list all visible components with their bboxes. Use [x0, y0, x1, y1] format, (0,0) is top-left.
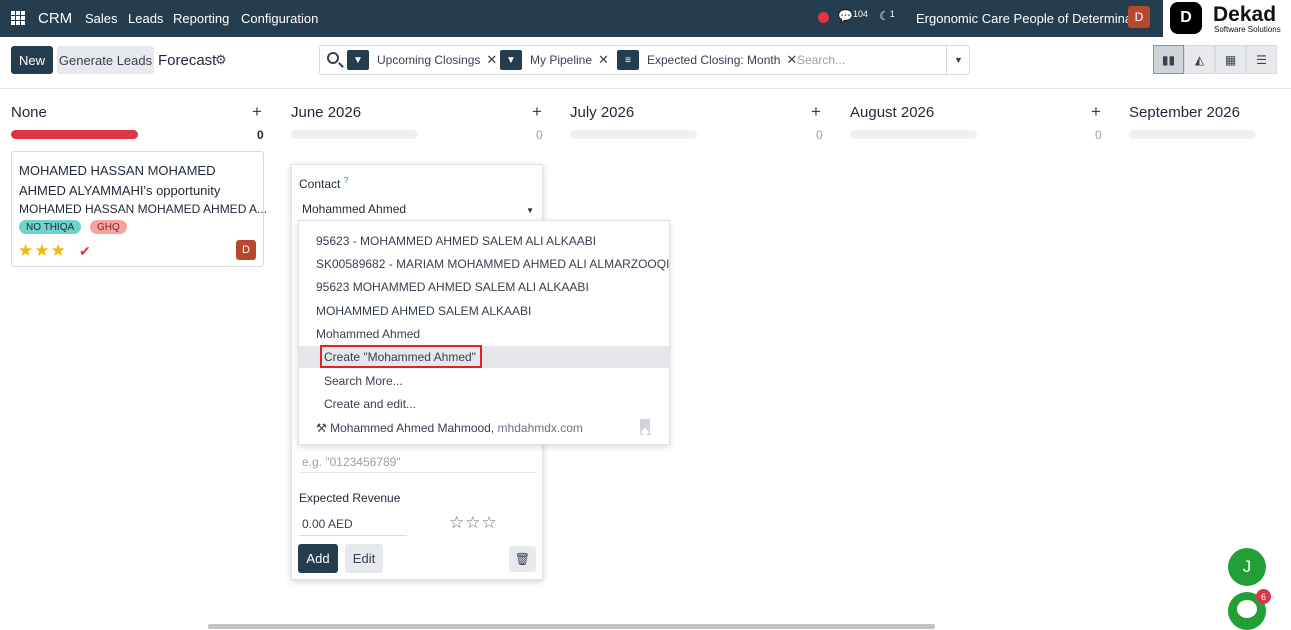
suggestion-item[interactable]: ⚒ Mohammed Ahmed Mahmood, mhdahmdx.com — [299, 417, 669, 439]
chat-bubble-avatar[interactable]: J — [1228, 548, 1266, 586]
messages-icon[interactable]: 💬104 — [838, 9, 868, 23]
pivot-view-icon[interactable]: ▦ — [1215, 45, 1246, 74]
brand-logo: D Dekad Software Solutions — [1163, 0, 1291, 37]
help-icon[interactable]: ? — [344, 176, 348, 185]
messages-count: 104 — [852, 9, 868, 19]
generate-leads-button[interactable]: Generate Leads — [57, 46, 154, 74]
dropdown-item[interactable]: Mohammed Ahmed — [299, 323, 669, 345]
progress-bar[interactable] — [11, 130, 138, 139]
activities-icon[interactable]: ☾1 — [879, 9, 895, 23]
view-switcher: ▮▮ ◭ ▦ ☰ — [1153, 45, 1277, 74]
progress-bar[interactable] — [1129, 130, 1256, 139]
remove-facet-icon[interactable]: ✕ — [598, 52, 609, 68]
menu-reporting[interactable]: Reporting — [173, 11, 229, 26]
menu-leads[interactable]: Leads — [128, 11, 163, 26]
progress-bar[interactable] — [291, 130, 418, 139]
facet-expected-closing: ≡ Expected Closing: Month ✕ — [617, 50, 797, 70]
column-count: 0 — [257, 128, 264, 142]
facet-my-pipeline: ▼ My Pipeline ✕ — [500, 50, 609, 70]
edit-button[interactable]: Edit — [345, 544, 383, 573]
horizontal-scrollbar[interactable] — [208, 624, 935, 629]
facet-label: My Pipeline — [530, 53, 593, 67]
card-customer: MOHAMED HASSAN MOHAMED AHMED A... — [19, 202, 268, 216]
filter-icon: ▼ — [500, 50, 522, 70]
filter-icon: ▼ — [347, 50, 369, 70]
logo-mark: D — [1170, 2, 1202, 34]
add-to-column-icon[interactable]: + — [252, 102, 262, 122]
opportunity-card[interactable]: MOHAMED HASSAN MOHAMED AHMED ALYAMMAHI's… — [11, 151, 268, 267]
logo-tagline: Software Solutions — [1214, 25, 1281, 34]
remove-facet-icon[interactable]: ✕ — [486, 52, 497, 68]
logo-name: Dekad — [1213, 3, 1277, 26]
dropdown-item[interactable]: SK00589682 - MARIAM MOHAMMED AHMED ALI A… — [299, 253, 669, 275]
suggestion-name: Mohammed Ahmed Mahmood, — [330, 421, 495, 435]
add-to-column-icon[interactable]: + — [532, 102, 542, 122]
checkmark-icon: ✔ — [79, 243, 91, 259]
expected-revenue-input[interactable]: 0.00 AED — [299, 517, 407, 536]
search-icon[interactable] — [327, 52, 339, 64]
divider — [0, 88, 1291, 89]
chevron-down-icon[interactable]: ▼ — [526, 206, 534, 215]
recording-icon[interactable] — [818, 12, 829, 23]
dropdown-item[interactable]: 95623 MOHAMMED AHMED SALEM ALI ALKAABI — [299, 276, 669, 298]
list-view-icon[interactable]: ☰ — [1246, 45, 1277, 74]
search-input[interactable]: Search... — [797, 53, 845, 67]
facet-label: Upcoming Closings — [377, 53, 481, 67]
priority-widget[interactable]: ☆☆☆ — [449, 513, 498, 533]
phone-input[interactable]: e.g. "0123456789" — [299, 455, 537, 473]
column-count: 0 — [536, 128, 543, 142]
bookmark-icon[interactable] — [640, 419, 650, 435]
menu-sales[interactable]: Sales — [85, 11, 118, 26]
top-navbar: CRM Sales Leads Reporting Configuration … — [0, 0, 1291, 37]
contact-input[interactable]: Mohammed Ahmed ▼ — [299, 201, 537, 221]
page-title: Forecast — [158, 52, 217, 69]
column-title-june: June 2026 — [291, 104, 362, 121]
column-title-september: September 2026 — [1129, 104, 1240, 121]
priority-stars[interactable]: ★★★ — [18, 241, 67, 261]
add-button[interactable]: Add — [298, 544, 338, 573]
card-title: MOHAMED HASSAN MOHAMED AHMED ALYAMMAHI's… — [19, 163, 221, 198]
progress-bar[interactable] — [850, 130, 977, 139]
column-title-none: None — [11, 104, 47, 121]
suggestion-email: mhdahmdx.com — [497, 421, 583, 435]
new-button[interactable]: New — [11, 46, 53, 74]
apps-menu-icon[interactable] — [11, 11, 25, 25]
notification-badge: 6 — [1256, 589, 1271, 604]
progress-bar[interactable] — [570, 130, 697, 139]
dropdown-item[interactable]: MOHAMMED AHMED SALEM ALKAABI — [299, 300, 669, 322]
contact-label: Contact ? — [299, 176, 349, 191]
menu-configuration[interactable]: Configuration — [241, 11, 318, 26]
column-count: 0 — [816, 128, 823, 142]
column-title-july: July 2026 — [570, 104, 635, 121]
dropdown-item[interactable]: 95623 - MOHAMMED AHMED SALEM ALI ALKAABI — [299, 230, 669, 252]
highlight-box — [320, 345, 482, 368]
user-avatar[interactable]: D — [1128, 6, 1150, 28]
trash-icon[interactable]: 🗑 — [509, 546, 536, 572]
tag-badge: GHQ — [90, 220, 127, 234]
activities-count: 1 — [889, 9, 895, 19]
company-switcher[interactable]: Ergonomic Care People of Determina... — [916, 11, 1143, 26]
search-options-toggle[interactable]: ▼ — [946, 46, 970, 74]
create-and-edit-option[interactable]: Create and edit... — [299, 393, 669, 415]
group-by-icon: ≡ — [617, 50, 639, 70]
kanban-view-icon[interactable]: ▮▮ — [1153, 45, 1184, 74]
app-name[interactable]: CRM — [38, 10, 72, 27]
add-to-column-icon[interactable]: + — [1091, 102, 1101, 122]
remove-facet-icon[interactable]: ✕ — [786, 52, 797, 68]
add-to-column-icon[interactable]: + — [811, 102, 821, 122]
facet-label: Expected Closing: Month — [647, 53, 781, 67]
contact-value: Mohammed Ahmed — [302, 202, 407, 216]
gear-icon[interactable]: ⚙ — [215, 52, 227, 68]
column-title-august: August 2026 — [850, 104, 935, 121]
contact-autocomplete-dropdown: 95623 - MOHAMMED AHMED SALEM ALI ALKAABI… — [298, 220, 670, 445]
facet-upcoming-closings: ▼ Upcoming Closings ✕ — [347, 50, 497, 70]
search-bar: ▼ Upcoming Closings ✕ ▼ My Pipeline ✕ ≡ … — [319, 45, 970, 75]
column-count: 0 — [1095, 128, 1102, 142]
tag-badge: NO THIQA — [19, 220, 82, 234]
magic-wand-icon: ⚒ — [316, 421, 327, 435]
expected-revenue-label: Expected Revenue — [299, 491, 401, 505]
search-more-option[interactable]: Search More... — [299, 370, 669, 392]
assignee-avatar: D — [236, 240, 256, 260]
graph-view-icon[interactable]: ◭ — [1184, 45, 1215, 74]
